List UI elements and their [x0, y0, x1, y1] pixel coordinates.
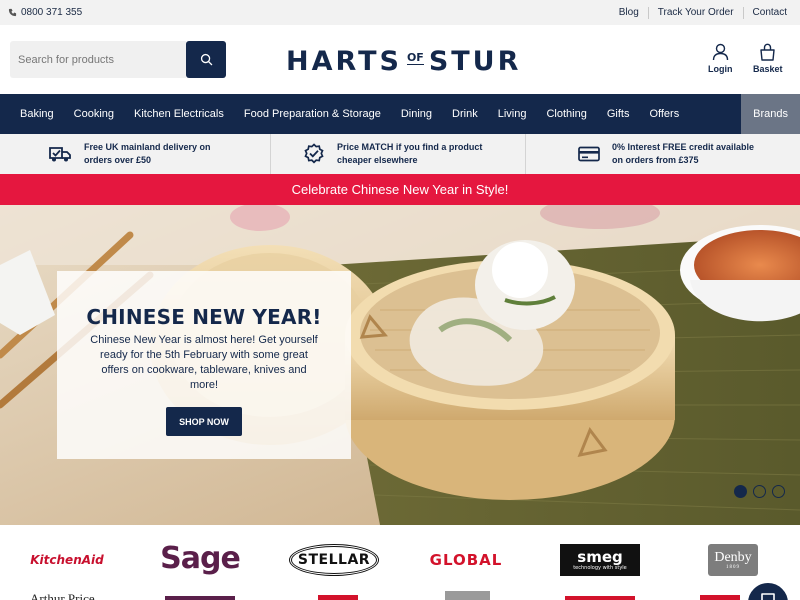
brand-arthur-price-logo[interactable]: Arthur Price: [30, 591, 95, 600]
usp-price-match-text: Price MATCH if you find a product cheape…: [337, 141, 482, 167]
basket-button[interactable]: Basket: [753, 43, 783, 74]
brand-kitchenaid-logo: KitchenAid: [30, 553, 104, 567]
usp-free-delivery-line2: orders over £50: [84, 155, 152, 165]
nav-kitchen-electricals[interactable]: Kitchen Electricals: [124, 94, 234, 134]
nav-gifts[interactable]: Gifts: [597, 94, 640, 134]
hero-content-card: CHINESE NEW YEAR! Chinese New Year is al…: [57, 271, 351, 459]
login-label: Login: [708, 64, 733, 74]
phone-icon: [8, 8, 17, 17]
usp-free-delivery[interactable]: Free UK mainland delivery on orders over…: [0, 134, 271, 174]
promo-banner[interactable]: Celebrate Chinese New Year in Style!: [0, 174, 800, 205]
brand-global[interactable]: GLOBAL: [424, 548, 508, 572]
brand-global-logo: GLOBAL: [429, 551, 503, 569]
hero-carousel: CHINESE NEW YEAR! Chinese New Year is al…: [0, 205, 800, 525]
brand-denby-logo: Denby: [714, 549, 752, 565]
nav-dining[interactable]: Dining: [391, 94, 442, 134]
nav-baking[interactable]: Baking: [0, 94, 64, 134]
brand-smeg-logo: smeg: [577, 547, 623, 566]
track-order-link[interactable]: Track Your Order: [647, 6, 743, 19]
brand-partial-logo-4: [445, 591, 490, 600]
phone-number-text: 0800 371 355: [21, 7, 83, 18]
nav-brands[interactable]: Brands: [741, 94, 800, 134]
brand-denby[interactable]: Denby 1809: [708, 544, 758, 576]
usp-free-credit-line1: 0% Interest FREE credit available: [612, 142, 755, 152]
credit-card-icon: [578, 146, 600, 162]
top-utility-bar: 0800 371 355 Blog Track Your Order Conta…: [0, 0, 800, 25]
search-button[interactable]: [186, 41, 226, 78]
usp-free-delivery-text: Free UK mainland delivery on orders over…: [84, 141, 211, 167]
logo-word-harts: HARTS: [286, 46, 402, 77]
hero-title: CHINESE NEW YEAR!: [86, 305, 322, 329]
search-input[interactable]: [10, 41, 186, 78]
brand-partial-logo-5: [565, 596, 635, 600]
usp-price-match-line1: Price MATCH if you find a product: [337, 142, 483, 152]
carousel-dot-3[interactable]: [772, 485, 785, 498]
usp-free-delivery-line1: Free UK mainland delivery on: [84, 142, 211, 152]
hero-description: Chinese New Year is almost here! Get you…: [90, 334, 318, 391]
carousel-dot-1[interactable]: [734, 485, 747, 498]
brand-logos-row-2: Arthur Price: [0, 585, 800, 600]
carousel-dot-2[interactable]: [753, 485, 766, 498]
nav-drink[interactable]: Drink: [442, 94, 488, 134]
contact-link[interactable]: Contact: [742, 6, 792, 19]
brand-logos-row: KitchenAid Sage STELLAR GLOBAL smeg tech…: [0, 535, 800, 585]
brand-smeg[interactable]: smeg technology with style: [560, 544, 640, 576]
main-navigation: Baking Cooking Kitchen Electricals Food …: [0, 94, 800, 134]
usp-price-match[interactable]: Price MATCH if you find a product cheape…: [271, 134, 526, 174]
basket-label: Basket: [753, 64, 783, 74]
utility-links: Blog Track Your Order Contact: [610, 6, 792, 19]
brand-denby-year: 1809: [726, 564, 740, 570]
brand-partial-logo-3: [318, 595, 358, 600]
usp-bar: Free UK mainland delivery on orders over…: [0, 134, 800, 174]
carousel-pagination: [734, 485, 785, 498]
brand-partial-logo-6: [700, 595, 740, 600]
shop-now-button[interactable]: SHOP NOW: [166, 407, 242, 436]
site-logo[interactable]: HARTS OF STUR: [286, 46, 521, 77]
brand-sage[interactable]: Sage: [160, 539, 241, 577]
usp-free-credit-line2: on orders from £375: [612, 155, 699, 165]
search-icon: [200, 53, 212, 66]
user-icon: [712, 43, 728, 61]
brand-smeg-tagline: technology with style: [573, 564, 627, 571]
login-button[interactable]: Login: [708, 43, 733, 74]
logo-word-of: OF: [406, 51, 424, 65]
chat-icon: [761, 593, 775, 600]
phone-number[interactable]: 0800 371 355: [8, 7, 82, 18]
nav-cooking[interactable]: Cooking: [64, 94, 124, 134]
usp-free-credit-text: 0% Interest FREE credit available on ord…: [612, 141, 754, 167]
price-match-badge-icon: [304, 143, 324, 164]
usp-free-credit[interactable]: 0% Interest FREE credit available on ord…: [526, 134, 800, 174]
site-header: HARTS OF STUR Login Basket: [0, 25, 800, 94]
brand-sage-logo: Sage: [160, 540, 241, 576]
brand-kitchenaid[interactable]: KitchenAid: [22, 546, 112, 574]
brand-partial-logo-2: [165, 596, 235, 600]
search-bar: [10, 41, 226, 78]
logo-word-stur: STUR: [428, 46, 522, 77]
brand-stellar-logo: STELLAR: [288, 544, 380, 576]
nav-living[interactable]: Living: [488, 94, 537, 134]
nav-offers[interactable]: Offers: [639, 94, 689, 134]
nav-clothing[interactable]: Clothing: [536, 94, 596, 134]
blog-link[interactable]: Blog: [610, 7, 648, 19]
nav-food-preparation-storage[interactable]: Food Preparation & Storage: [234, 94, 391, 134]
delivery-truck-icon: [49, 147, 71, 162]
brand-stellar[interactable]: STELLAR: [288, 544, 380, 576]
usp-price-match-line2: cheaper elsewhere: [337, 155, 418, 165]
promo-banner-text: Celebrate Chinese New Year in Style!: [291, 182, 509, 197]
basket-icon: [760, 43, 775, 61]
